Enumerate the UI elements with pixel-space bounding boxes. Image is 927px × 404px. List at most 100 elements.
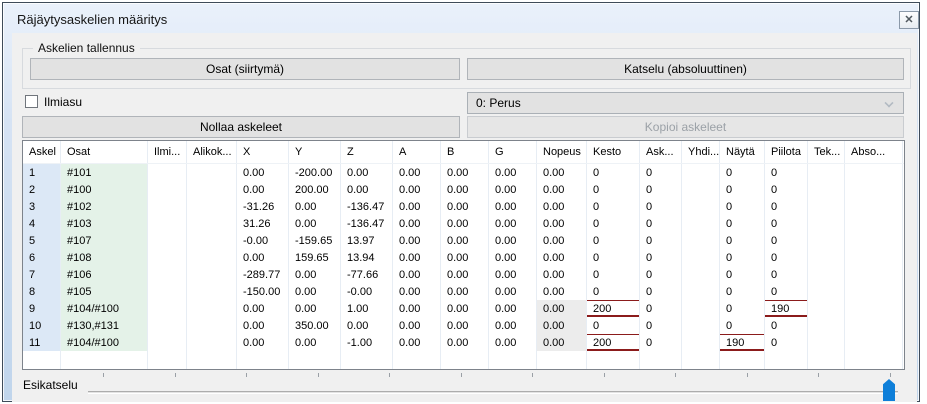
table-cell[interactable]: -1.00 [341,334,393,351]
table-cell[interactable]: 0.00 [393,164,441,181]
column-header[interactable]: Ilmi... [148,141,187,163]
table-cell[interactable] [808,198,845,215]
table-cell[interactable]: 0 [720,181,765,198]
table-cell[interactable]: 0 [587,266,640,283]
table-cell[interactable]: 13.94 [341,249,393,266]
table-cell[interactable]: #103 [61,215,148,232]
table-cell[interactable] [148,283,187,300]
table-cell[interactable] [682,317,720,334]
table-cell[interactable]: 0.00 [341,317,393,334]
table-cell[interactable] [187,317,237,334]
table-cell[interactable] [808,181,845,198]
table-cell[interactable]: 350.00 [289,317,341,334]
table-cell[interactable]: 0 [640,300,682,317]
table-cell[interactable]: 0.00 [393,249,441,266]
table-cell[interactable]: 0 [765,283,808,300]
table-cell[interactable]: 0.00 [289,334,341,351]
table-cell[interactable]: -159.65 [289,232,341,249]
table-row[interactable]: 6#1080.00159.6513.940.000.000.000.000000 [23,249,904,266]
table-cell[interactable] [187,334,237,351]
table-cell[interactable]: 0.00 [393,283,441,300]
table-cell[interactable]: 0 [640,317,682,334]
table-cell[interactable]: 0.00 [441,300,489,317]
table-cell[interactable]: 0.00 [289,198,341,215]
table-cell[interactable] [682,164,720,181]
table-cell[interactable]: 0.00 [537,266,587,283]
table-cell[interactable]: 0.00 [441,266,489,283]
table-cell[interactable]: -289.77 [237,266,289,283]
table-cell[interactable]: 0 [640,215,682,232]
table-cell[interactable] [682,249,720,266]
table-cell[interactable] [808,164,845,181]
table-cell[interactable] [845,300,903,317]
table-cell[interactable] [808,317,845,334]
table-cell[interactable]: -136.47 [341,215,393,232]
table-cell[interactable]: #108 [61,249,148,266]
table-cell[interactable]: #106 [61,266,148,283]
table-cell[interactable]: 0.00 [289,283,341,300]
table-cell[interactable]: 0.00 [489,215,537,232]
table-cell[interactable]: 0.00 [237,249,289,266]
table-row[interactable]: 5#107-0.00-159.6513.970.000.000.000.0000… [23,232,904,249]
column-header[interactable]: Kesto [587,141,640,163]
column-header[interactable]: Y [289,141,341,163]
table-cell[interactable]: 0 [640,283,682,300]
table-cell[interactable]: 0.00 [341,164,393,181]
table-cell[interactable]: #104/#100 [61,300,148,317]
table-cell[interactable] [808,215,845,232]
table-cell[interactable]: 0 [765,232,808,249]
table-cell[interactable]: 0 [765,198,808,215]
table-cell[interactable] [808,300,845,317]
table-cell[interactable]: 0 [587,198,640,215]
table-cell[interactable]: 0.00 [441,283,489,300]
table-cell[interactable] [682,181,720,198]
table-row[interactable]: 4#10331.260.00-136.470.000.000.000.00000… [23,215,904,232]
table-cell[interactable]: 0 [640,181,682,198]
table-cell[interactable] [845,317,903,334]
table-cell[interactable]: 0.00 [489,232,537,249]
table-cell[interactable]: 0.00 [393,232,441,249]
table-cell[interactable]: 0 [765,334,808,351]
table-cell[interactable] [148,300,187,317]
table-row[interactable]: 1#1010.00-200.000.000.000.000.000.000000 [23,164,904,181]
table-cell[interactable]: 0.00 [489,164,537,181]
table-cell[interactable]: 6 [23,249,61,266]
table-cell[interactable] [808,266,845,283]
table-cell[interactable]: 0.00 [441,164,489,181]
table-cell[interactable]: 0.00 [393,266,441,283]
ilmiasu-checkbox[interactable] [25,95,38,108]
table-cell[interactable]: -0.00 [237,232,289,249]
table-cell[interactable]: 0 [587,317,640,334]
table-cell[interactable]: 0 [587,249,640,266]
view-combobox[interactable]: 0: Perus [467,92,904,114]
table-cell[interactable]: 0 [720,266,765,283]
table-cell[interactable]: 0.00 [537,249,587,266]
table-cell[interactable] [845,232,903,249]
table-cell[interactable]: 13.97 [341,232,393,249]
table-cell[interactable] [187,300,237,317]
table-cell[interactable]: 0.00 [537,283,587,300]
table-cell[interactable]: -0.00 [341,283,393,300]
column-header[interactable]: Alikok... [187,141,237,163]
table-cell[interactable]: #100 [61,181,148,198]
table-cell[interactable]: 0 [640,334,682,351]
table-cell[interactable]: 0 [720,232,765,249]
table-cell[interactable]: #102 [61,198,148,215]
table-cell[interactable]: 0.00 [537,300,587,317]
table-cell[interactable] [187,215,237,232]
column-header[interactable]: Ask... [640,141,682,163]
table-cell[interactable]: 0.00 [441,198,489,215]
table-cell[interactable]: 4 [23,215,61,232]
table-cell[interactable]: 0.00 [393,334,441,351]
table-cell[interactable] [845,283,903,300]
table-cell[interactable]: 0.00 [537,164,587,181]
column-header[interactable]: Askel [23,141,61,163]
table-cell[interactable]: 2 [23,181,61,198]
table-cell[interactable]: 0.00 [393,181,441,198]
table-cell[interactable]: #107 [61,232,148,249]
table-cell[interactable] [682,266,720,283]
table-cell[interactable]: 0.00 [489,317,537,334]
table-cell[interactable]: 0 [765,266,808,283]
table-cell[interactable] [682,334,720,351]
table-row[interactable]: 10#130,#1310.00350.000.000.000.000.000.0… [23,317,904,334]
